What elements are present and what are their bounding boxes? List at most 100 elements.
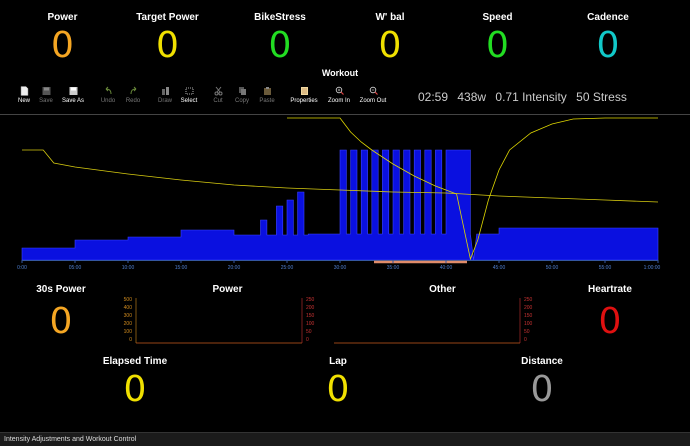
- cut-button[interactable]: Cut: [208, 86, 228, 104]
- x-tick-label: 50:00: [546, 265, 559, 271]
- workout-title: Workout: [321, 68, 359, 78]
- workout-watts: 438w: [457, 90, 487, 104]
- distance-value: 0: [530, 369, 554, 410]
- bikestress-value: 0: [268, 25, 292, 66]
- x-tick-label: 0:00: [17, 265, 27, 271]
- x-tick-label: 30:00: [334, 265, 347, 271]
- workout-stats: 02:59 438w 0.71 Intensity 50 Stress: [418, 90, 633, 104]
- properties-label: Properties: [290, 98, 318, 104]
- power-blocks-area: [21, 149, 659, 261]
- x-tick-label: 25:00: [281, 265, 294, 271]
- x-tick-label: 55:00: [599, 265, 612, 271]
- target-power-label: Target Power: [136, 12, 199, 23]
- x-tick-label: 35:00: [387, 265, 400, 271]
- other-plot-title: Other: [429, 284, 456, 295]
- power-plot-ytick-right: 50: [306, 329, 312, 335]
- zoom-out-icon: [369, 86, 378, 95]
- redo-label: Redo: [125, 98, 141, 104]
- select-button[interactable]: Select: [178, 86, 200, 104]
- other-plot-ytick-right: 100: [524, 321, 533, 327]
- power-plot-ytick-left: 100: [124, 329, 133, 335]
- 30s-power-label: 30s Power: [36, 284, 86, 295]
- zoom-out-button[interactable]: Zoom Out: [356, 86, 390, 104]
- status-bar: Intensity Adjustments and Workout Contro…: [0, 432, 690, 446]
- target-power-value: 0: [156, 25, 179, 66]
- paste-label: Paste: [259, 98, 275, 104]
- power-plot-left-axis: 500 400 300 200 100 0: [124, 297, 137, 343]
- status-text: Intensity Adjustments and Workout Contro…: [4, 436, 137, 443]
- elapsed-time-label: Elapsed Time: [102, 356, 168, 367]
- lap-value: 0: [326, 369, 350, 410]
- zoom-out-label: Zoom Out: [359, 98, 387, 104]
- x-tick-label: 1:00:00: [644, 265, 661, 271]
- elapsed-time-value: 0: [123, 369, 147, 410]
- distance-label: Distance: [521, 356, 563, 367]
- x-tick-label: 40:00: [440, 265, 453, 271]
- paste-icon: [263, 87, 271, 95]
- properties-icon: [300, 87, 308, 95]
- cadence-value: 0: [596, 25, 620, 66]
- x-ticks: 0:00 05:00 10:00 15:00 20:00 25:00 30:00 35:00 4…: [17, 260, 661, 271]
- power-plot-ytick-left: 500: [124, 297, 133, 303]
- cadence-label: Cadence: [587, 12, 629, 23]
- draw-icon: [161, 87, 169, 95]
- workout-chart[interactable]: 0:00 05:00 10:00 15:00 20:00 25:00 30:00 35:00 4…: [0, 114, 690, 274]
- power-mini-plot: 500 400 300 200 100 0 250 200 150 100 50…: [124, 297, 315, 344]
- x-tick-label: 05:00: [69, 265, 82, 271]
- heartrate-label: Heartrate: [588, 284, 632, 295]
- power-plot-ytick-right: 0: [306, 337, 309, 343]
- power-plot-ytick-right: 150: [306, 313, 315, 319]
- power-plot-title: Power: [212, 284, 243, 295]
- power-plot-ytick-right: 250: [306, 297, 315, 303]
- other-plot-ytick-right: 50: [524, 329, 530, 335]
- draw-button[interactable]: Draw: [155, 86, 175, 104]
- select-label: Select: [180, 98, 198, 104]
- save-button[interactable]: Save: [36, 86, 56, 104]
- other-plot-right-axis: 250 200 150 100 50 0: [519, 297, 533, 343]
- properties-button[interactable]: Properties: [286, 86, 322, 104]
- workout-intensity: 0.71 Intensity: [495, 90, 567, 104]
- copy-label: Copy: [234, 98, 249, 104]
- cut-label: Cut: [213, 98, 223, 104]
- bikestress-label: BikeStress: [254, 12, 306, 23]
- zoom-in-icon: [335, 86, 344, 95]
- power-plot-ytick-left: 400: [124, 305, 133, 311]
- zoom-in-label: Zoom In: [327, 98, 350, 104]
- x-tick-label: 10:00: [122, 265, 135, 271]
- redo-icon: [130, 86, 136, 95]
- power-label: Power: [47, 12, 78, 23]
- new-label: New: [17, 98, 30, 104]
- select-icon: [185, 87, 193, 95]
- redo-button[interactable]: Redo: [123, 86, 143, 104]
- x-tick-label: 20:00: [228, 265, 241, 271]
- undo-icon: [105, 86, 111, 95]
- lap-label: Lap: [329, 356, 347, 367]
- other-plot-ytick-right: 0: [524, 337, 527, 343]
- workout-stress: 50 Stress: [576, 90, 627, 104]
- workout-duration: 02:59: [418, 90, 449, 104]
- other-plot-ytick-right: 150: [524, 313, 533, 319]
- power-plot-ytick-right: 100: [306, 321, 315, 327]
- undo-button[interactable]: Undo: [98, 86, 118, 104]
- new-button[interactable]: New: [14, 86, 34, 104]
- speed-value: 0: [486, 25, 509, 66]
- power-value: 0: [51, 25, 74, 66]
- paste-button[interactable]: Paste: [257, 86, 277, 104]
- power-plot-right-axis: 250 200 150 100 50 0: [301, 297, 315, 343]
- zoom-in-button[interactable]: Zoom In: [324, 86, 354, 104]
- other-mini-plot: 250 200 150 100 50 0: [334, 297, 533, 344]
- save-as-label: Save As: [61, 98, 84, 104]
- save-as-button[interactable]: Save As: [60, 86, 86, 104]
- wbal-value: 0: [378, 25, 402, 66]
- power-plot-ytick-left: 300: [124, 313, 133, 319]
- power-plot-ytick-left: 200: [124, 321, 133, 327]
- save-as-icon: [69, 87, 77, 95]
- speed-label: Speed: [482, 12, 513, 23]
- copy-button[interactable]: Copy: [232, 86, 252, 104]
- 30s-power-value: 0: [49, 301, 73, 342]
- save-label: Save: [39, 98, 53, 104]
- draw-label: Draw: [157, 98, 172, 104]
- new-file-icon: [20, 86, 28, 96]
- power-plot-ytick-left: 0: [129, 337, 132, 343]
- x-tick-label: 45:00: [493, 265, 506, 271]
